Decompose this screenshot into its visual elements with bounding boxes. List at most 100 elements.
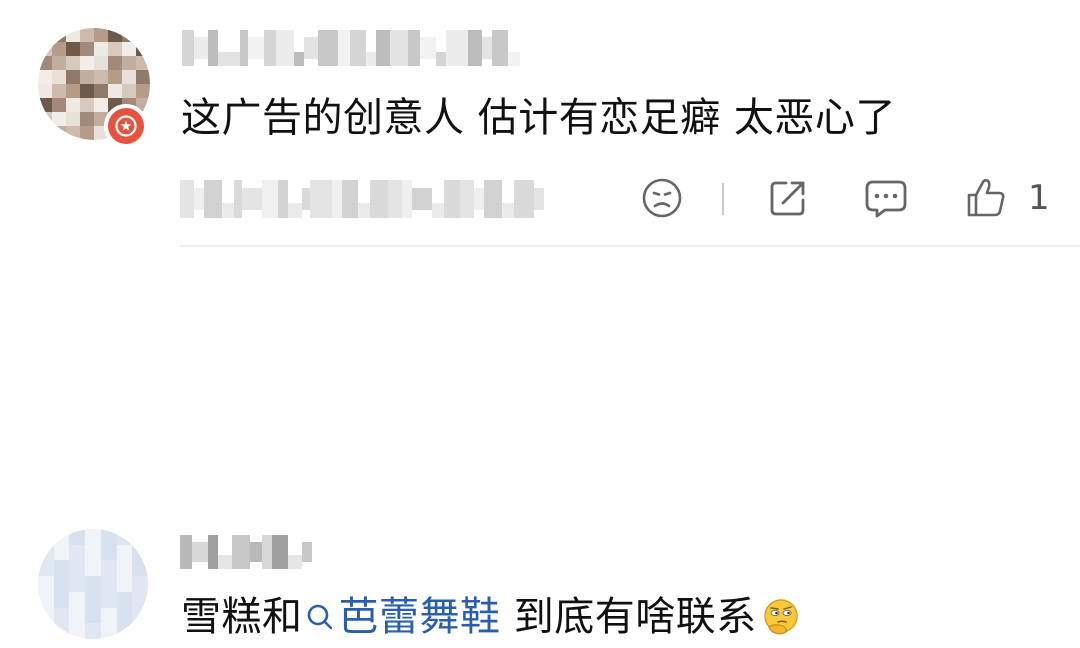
pixel-block	[69, 560, 86, 577]
like-icon	[967, 178, 1005, 217]
pixel-block	[52, 28, 66, 42]
pixel-block	[250, 541, 262, 563]
pixel-block	[66, 126, 80, 140]
pixel-block	[218, 555, 232, 569]
pixel-block	[350, 30, 366, 66]
pixel-block	[66, 84, 80, 98]
pixel-block	[53, 529, 70, 545]
comment-item: 这广告的创意人 估计有恋足癖 太恶心了 1	[0, 0, 1080, 246]
pixel-block	[370, 180, 388, 218]
pixel-block	[85, 623, 101, 639]
pixel-block	[136, 28, 150, 42]
pixel-block	[38, 560, 54, 577]
pixel-block	[240, 30, 248, 66]
pixel-block	[116, 529, 133, 545]
pixel-block	[484, 180, 502, 218]
pixel-block	[444, 180, 460, 218]
reply-button[interactable]	[862, 174, 910, 222]
pixel-block	[38, 576, 54, 592]
pixel-block	[376, 30, 390, 66]
pixel-block	[304, 37, 318, 59]
pixel-block	[534, 187, 544, 211]
pixel-block	[85, 607, 101, 624]
pixel-block	[136, 70, 150, 84]
pixel-block	[262, 535, 272, 569]
pixel-block	[100, 607, 117, 624]
pixel-block	[432, 202, 444, 218]
search-link[interactable]: 芭蕾舞鞋	[303, 593, 501, 641]
pixel-block	[108, 28, 122, 42]
like-button[interactable]	[962, 174, 1010, 222]
share-button[interactable]	[764, 174, 812, 222]
search-icon	[307, 604, 332, 630]
pixel-block	[342, 180, 358, 218]
pixel-block	[272, 535, 288, 569]
pixel-block	[310, 180, 332, 218]
avatar[interactable]	[38, 529, 148, 639]
pixel-block	[116, 544, 133, 561]
pixel-block	[132, 544, 148, 561]
pixel-block	[38, 98, 52, 112]
thinking-face-emoji	[761, 597, 801, 637]
pixel-block	[132, 591, 148, 608]
comment-text: 雪糕和 芭蕾舞鞋 到底有啥联系	[181, 593, 801, 641]
pixel-block	[52, 112, 66, 126]
pixel-block	[66, 98, 80, 112]
pixel-block	[38, 70, 52, 84]
username[interactable]	[182, 30, 520, 66]
pixel-block	[390, 30, 408, 66]
pixel-block	[502, 202, 514, 218]
pixel-block	[288, 202, 302, 218]
pixel-block	[136, 42, 150, 56]
search-link-text: 芭蕾舞鞋	[338, 594, 501, 640]
pixel-block	[132, 576, 148, 592]
pixel-block	[80, 56, 94, 70]
dislike-button[interactable]	[638, 174, 686, 222]
pixel-block	[288, 555, 302, 569]
pixel-block	[358, 202, 370, 218]
pixel-block	[53, 591, 70, 608]
pixel-block	[460, 180, 474, 218]
pixel-block	[38, 126, 52, 140]
pixel-block	[53, 560, 70, 577]
pixel-block	[232, 535, 250, 569]
pixel-block	[338, 30, 350, 66]
pixel-block	[53, 544, 70, 561]
pixel-block	[302, 541, 312, 563]
pixel-block	[100, 560, 117, 577]
pixel-block	[468, 30, 482, 66]
share-icon	[770, 181, 805, 216]
pixel-block	[80, 84, 94, 98]
pixel-block	[276, 30, 294, 66]
pixel-block	[69, 623, 86, 639]
pixel-block	[66, 42, 80, 56]
pixel-block	[262, 180, 278, 218]
pixel-block	[69, 576, 86, 592]
pixel-block	[446, 30, 468, 66]
pixel-block	[38, 544, 54, 561]
pixel-block	[69, 591, 86, 608]
pixel-block	[122, 70, 136, 84]
pixel-block	[52, 56, 66, 70]
pixel-block	[94, 70, 108, 84]
comment-text-part: 雪糕和	[181, 594, 303, 640]
action-separator	[722, 183, 724, 215]
pixel-block	[69, 529, 86, 545]
pixel-block	[122, 42, 136, 56]
dislike-icon	[642, 178, 682, 218]
pixel-block	[94, 42, 108, 56]
pixel-block	[38, 112, 52, 126]
pixel-block	[94, 84, 108, 98]
pixel-block	[192, 541, 208, 563]
pixel-block	[482, 37, 492, 59]
pixel-block	[100, 623, 117, 639]
pixel-block	[69, 544, 86, 561]
pixel-block	[69, 607, 86, 624]
pixel-block	[208, 30, 218, 66]
pixel-block	[38, 56, 52, 70]
pixel-block	[80, 70, 94, 84]
pixel-block	[100, 591, 117, 608]
username[interactable]	[180, 535, 312, 569]
pixel-block	[180, 535, 192, 569]
pixel-block	[222, 202, 234, 218]
